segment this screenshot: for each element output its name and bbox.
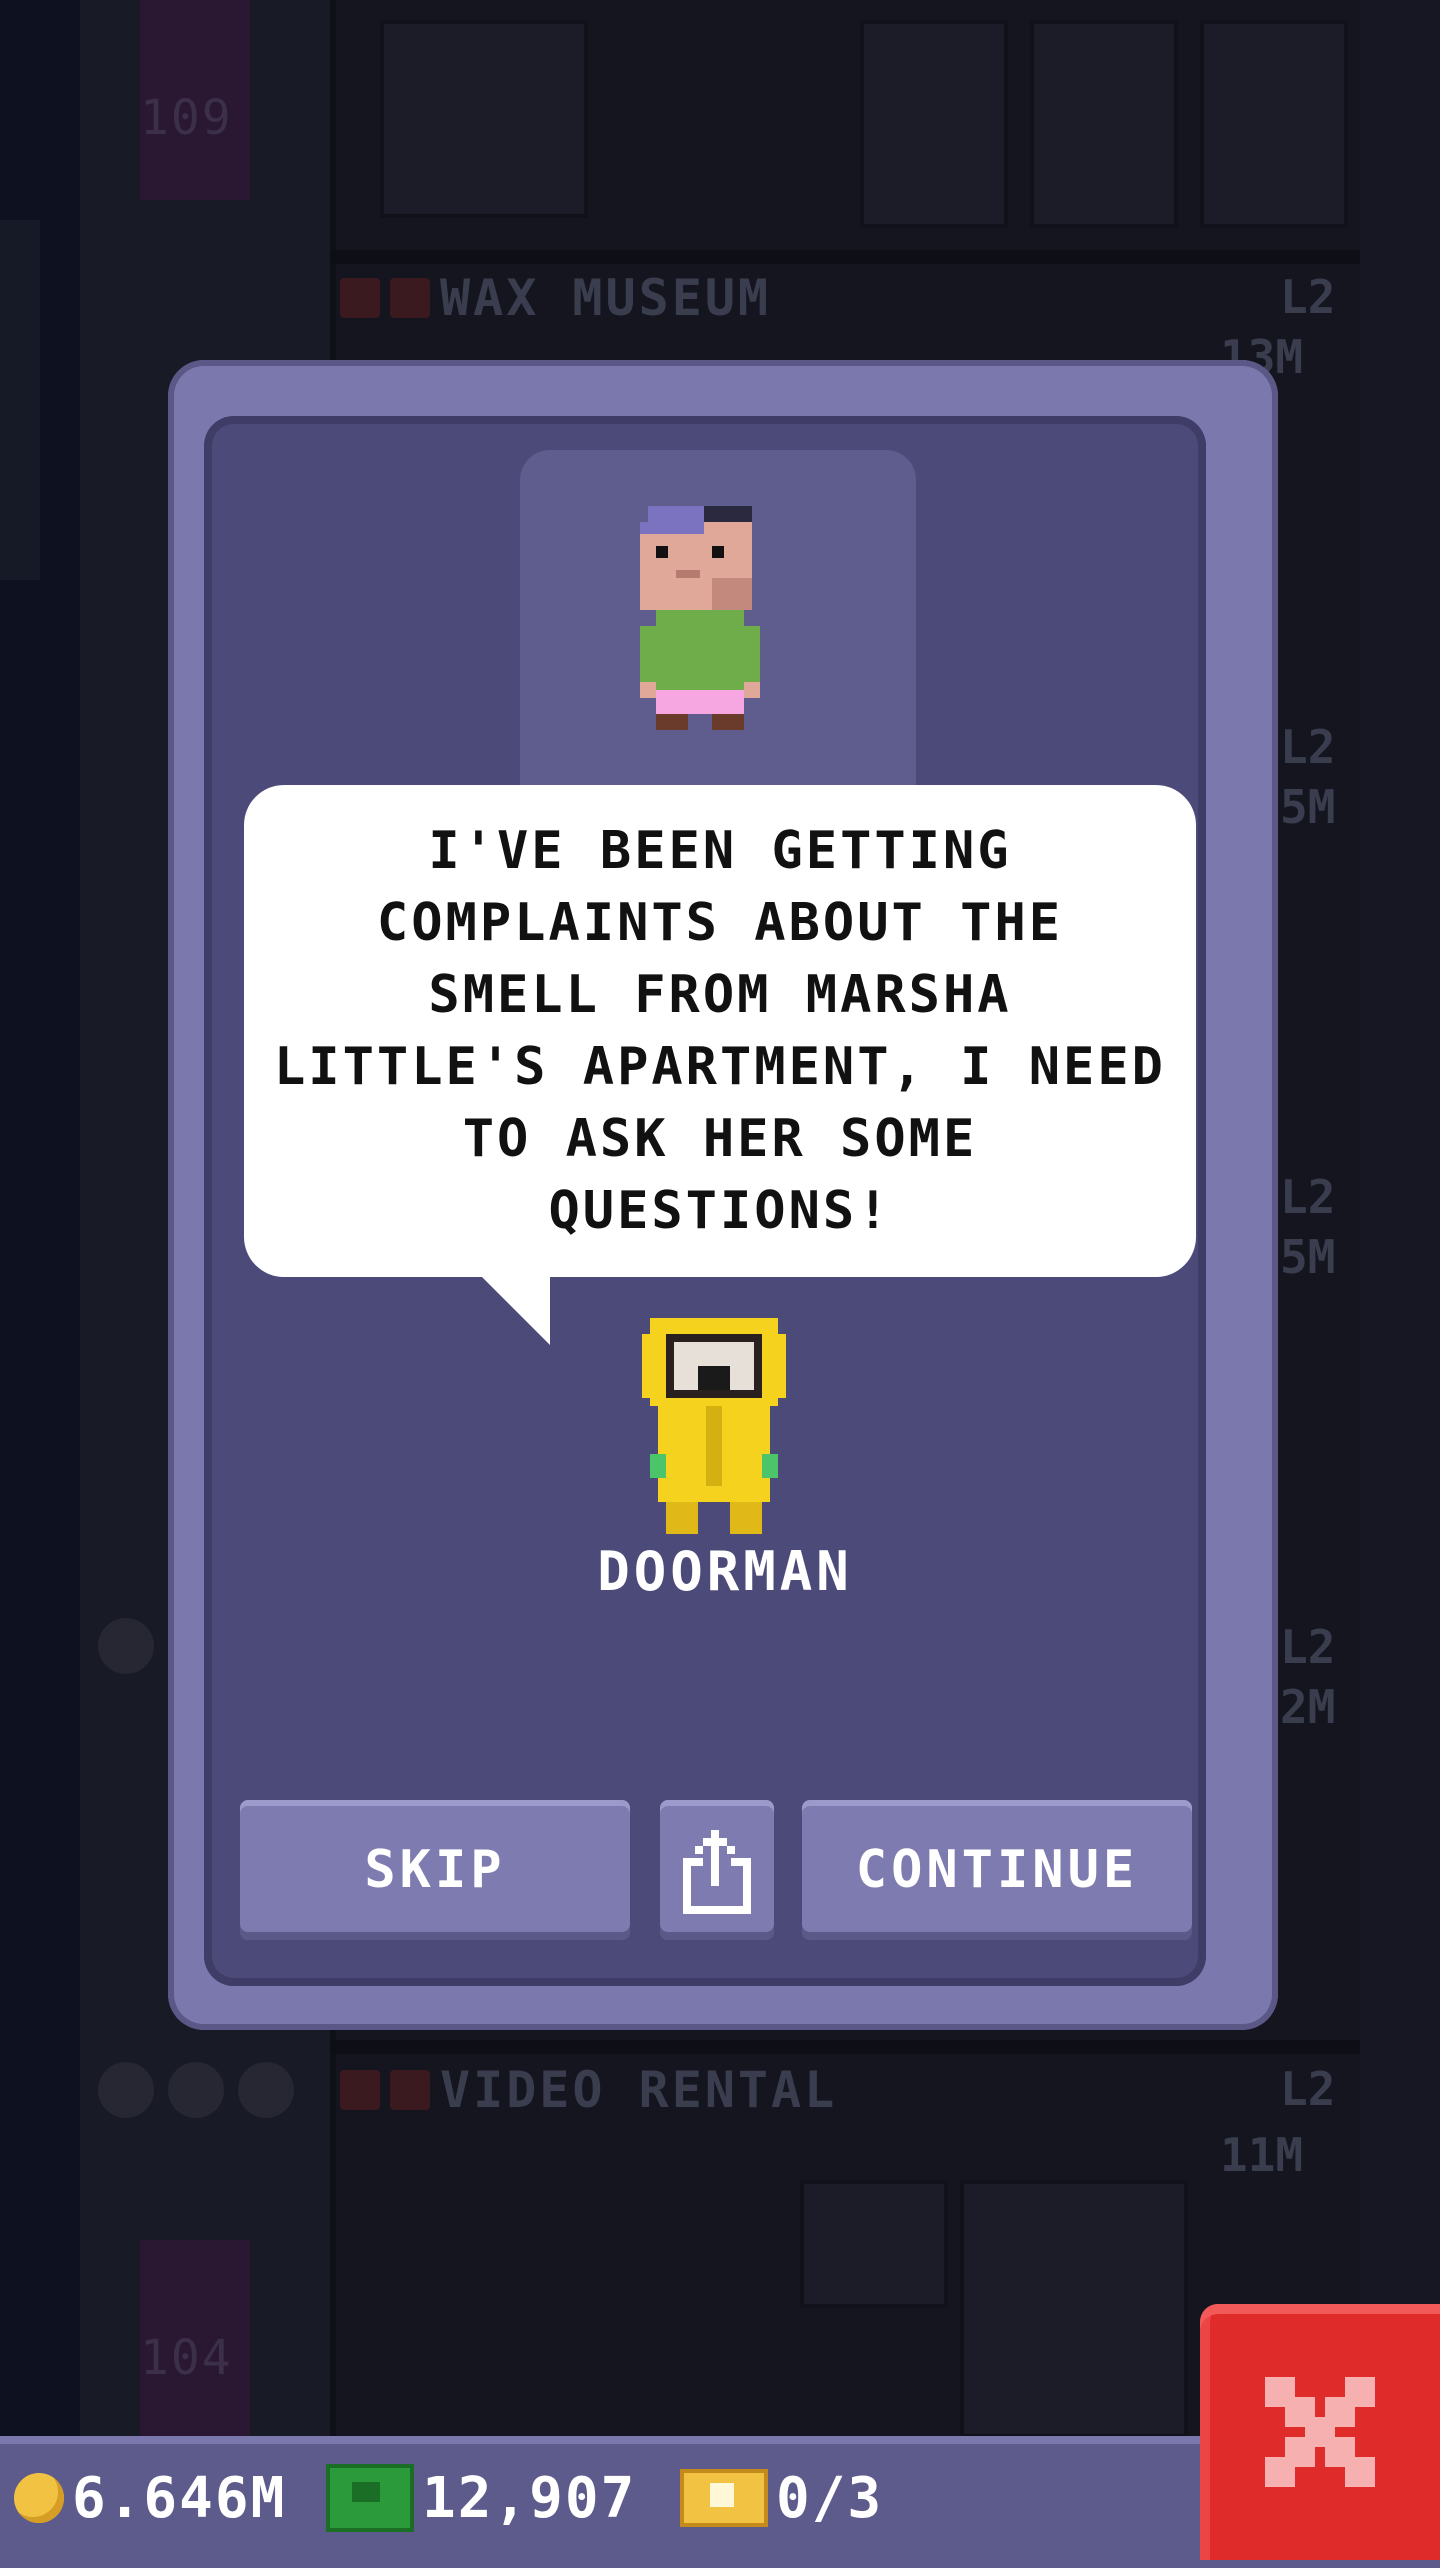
room-decor <box>860 20 1008 228</box>
floor-level: L2 <box>1280 1620 1336 1674</box>
room-decor <box>1030 20 1178 228</box>
coins-value: 6.646M <box>72 2465 287 2531</box>
close-button[interactable] <box>1200 2304 1440 2560</box>
floor-separator <box>330 250 1360 264</box>
coin-icon <box>14 2473 64 2523</box>
star-icon <box>98 1618 154 1674</box>
floor-level: L2 <box>1280 1170 1336 1224</box>
room-decor <box>960 2180 1188 2438</box>
floor-number: 109 <box>140 90 233 146</box>
speech-bubble: I'VE BEEN GETTING COMPLAINTS ABOUT THE S… <box>244 785 1196 1277</box>
dialog-message: I'VE BEEN GETTING COMPLAINTS ABOUT THE S… <box>274 821 1166 1241</box>
floor-number: 104 <box>140 2330 233 2386</box>
continue-button[interactable]: CONTINUE <box>802 1800 1192 1940</box>
tickets-counter[interactable]: 0/3 <box>680 2462 883 2534</box>
resident-portrait <box>640 506 760 730</box>
unstaffed-icon <box>340 2070 380 2110</box>
floor-level: L2 <box>1280 2062 1336 2116</box>
skip-button-label: SKIP <box>364 1840 506 1900</box>
floor-price: 5M <box>1280 1230 1336 1284</box>
star-icon <box>168 2062 224 2118</box>
unstaffed-icon <box>390 2070 430 2110</box>
star-icon <box>238 2062 294 2118</box>
continue-button-label: CONTINUE <box>855 1840 1139 1900</box>
bux-counter[interactable]: 12,907 <box>326 2462 636 2534</box>
coins-counter: 6.646M <box>14 2462 286 2534</box>
room-decor <box>380 20 588 218</box>
floor-level: L2 <box>1280 720 1336 774</box>
room-decor <box>800 2180 948 2308</box>
floor-price: 2M <box>1280 1680 1336 1734</box>
unstaffed-icon <box>390 278 430 318</box>
skip-button[interactable]: SKIP <box>240 1800 630 1940</box>
close-icon <box>1265 2377 1375 2487</box>
star-icon <box>98 2062 154 2118</box>
floor-banner-wax-museum[interactable]: WAX MUSEUM <box>340 268 771 328</box>
background-left-strip-accent <box>0 220 40 580</box>
tower-bux-icon <box>326 2464 414 2532</box>
floor-name: VIDEO RENTAL <box>440 2061 838 2119</box>
ticket-icon <box>680 2469 768 2527</box>
floor-level: L2 <box>1280 270 1336 324</box>
floor-name: WAX MUSEUM <box>440 269 772 327</box>
unstaffed-icon <box>340 278 380 318</box>
speech-bubble-tail <box>480 1275 550 1345</box>
floor-price: 11M <box>1220 2128 1304 2182</box>
bux-value: 12,907 <box>422 2465 637 2531</box>
share-icon <box>683 1830 751 1914</box>
share-button[interactable] <box>660 1800 774 1940</box>
speaker-name: DOORMAN <box>597 1540 853 1603</box>
tickets-value: 0/3 <box>776 2465 884 2531</box>
doorman-sprite <box>642 1318 786 1534</box>
floor-separator <box>330 2040 1360 2054</box>
room-decor <box>1200 20 1348 228</box>
floor-banner-video-rental[interactable]: VIDEO RENTAL <box>340 2060 837 2120</box>
floor-price: 5M <box>1280 780 1336 834</box>
tower-right-edge <box>1360 0 1440 2440</box>
